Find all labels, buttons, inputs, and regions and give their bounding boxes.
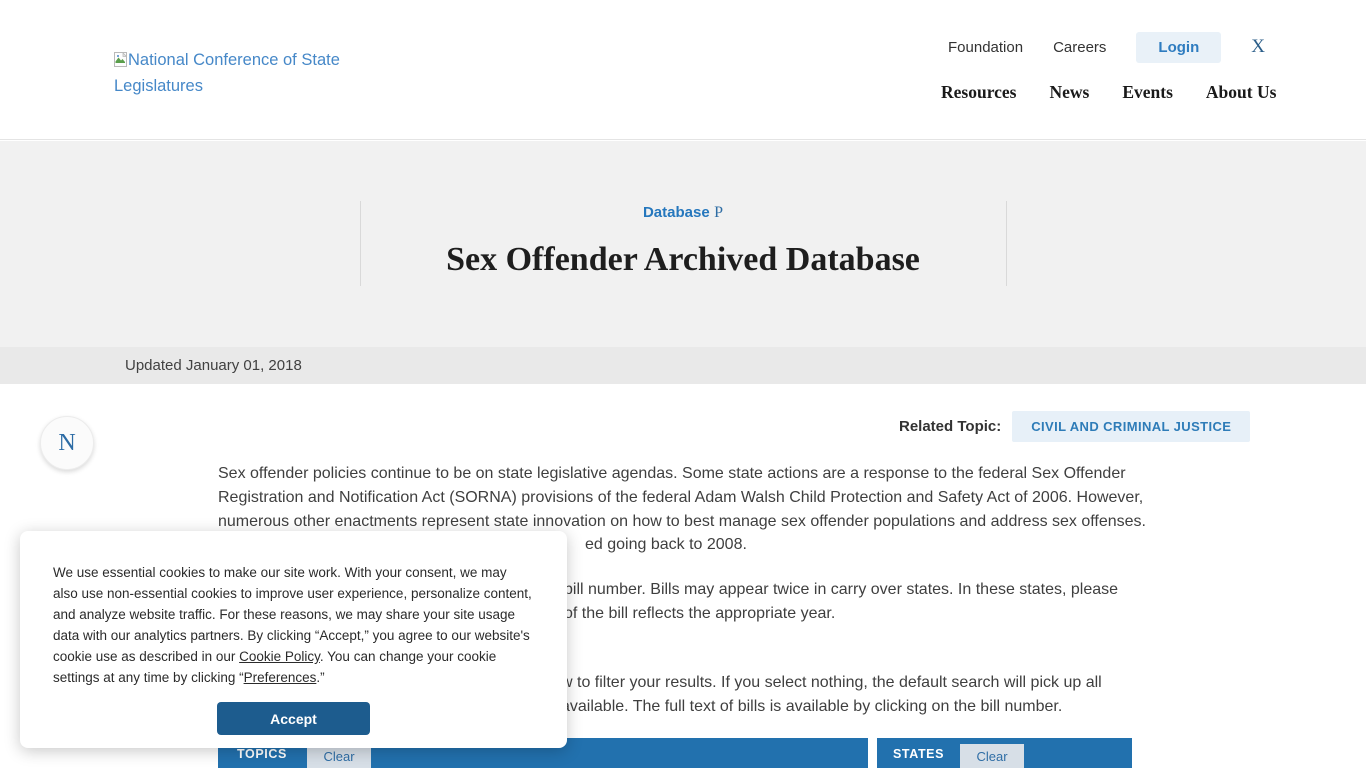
paragraph-1-fragment: ed going back to 2008. bbox=[585, 533, 747, 557]
share-n-button[interactable]: N bbox=[40, 416, 94, 470]
breadcrumb-database-link[interactable]: Database bbox=[643, 204, 710, 221]
states-clear-button[interactable]: Clear bbox=[960, 744, 1024, 768]
breadcrumb-suffix: P bbox=[714, 204, 723, 221]
related-topic-badge[interactable]: CIVIL AND CRIMINAL JUSTICE bbox=[1012, 411, 1250, 442]
nav-about-us[interactable]: About Us bbox=[1206, 82, 1277, 103]
hero-section: Database P Sex Offender Archived Databas… bbox=[0, 141, 1366, 347]
main-nav: Resources News Events About Us bbox=[941, 82, 1276, 103]
nav-resources[interactable]: Resources bbox=[941, 82, 1017, 103]
cookie-consent-dialog: We use essential cookies to make our sit… bbox=[20, 531, 567, 748]
nav-events[interactable]: Events bbox=[1122, 82, 1173, 103]
states-panel-title: STATES bbox=[893, 747, 944, 761]
login-button[interactable]: Login bbox=[1136, 32, 1221, 63]
utility-nav: Foundation Careers Login X bbox=[948, 30, 1265, 64]
x-social-icon[interactable]: X bbox=[1251, 36, 1265, 58]
nav-careers[interactable]: Careers bbox=[1053, 39, 1106, 56]
related-topic-label: Related Topic: bbox=[899, 418, 1001, 435]
site-logo[interactable]: National Conference of State Legislature… bbox=[114, 48, 346, 98]
nav-news[interactable]: News bbox=[1050, 82, 1090, 103]
accept-cookies-button[interactable]: Accept bbox=[217, 702, 370, 735]
meta-bar: Updated January 01, 2018 bbox=[0, 347, 1366, 384]
cookie-text-part3: .” bbox=[316, 670, 324, 685]
cookie-policy-link[interactable]: Cookie Policy bbox=[239, 649, 320, 664]
preferences-link[interactable]: Preferences bbox=[244, 670, 317, 685]
page-title: Sex Offender Archived Database bbox=[0, 241, 1366, 279]
nav-foundation[interactable]: Foundation bbox=[948, 39, 1023, 56]
related-topic-row: Related Topic: CIVIL AND CRIMINAL JUSTIC… bbox=[899, 411, 1250, 441]
page: National Conference of State Legislature… bbox=[0, 0, 1366, 768]
paragraph-3-fragment: w to filter your results. If you select … bbox=[561, 671, 1102, 719]
paragraph-2-fragment: bill number. Bills may appear twice in c… bbox=[564, 578, 1118, 626]
logo-text: National Conference of State Legislature… bbox=[114, 51, 340, 95]
states-filter-panel: STATES Clear bbox=[877, 738, 1132, 768]
broken-image-icon bbox=[114, 50, 127, 74]
topics-panel-title: TOPICS bbox=[237, 747, 287, 761]
updated-date: Updated January 01, 2018 bbox=[125, 357, 302, 374]
breadcrumb: Database P bbox=[0, 204, 1366, 222]
header: National Conference of State Legislature… bbox=[0, 0, 1366, 140]
paragraph-1: Sex offender policies continue to be on … bbox=[218, 462, 1158, 534]
cookie-consent-text: We use essential cookies to make our sit… bbox=[53, 562, 534, 688]
